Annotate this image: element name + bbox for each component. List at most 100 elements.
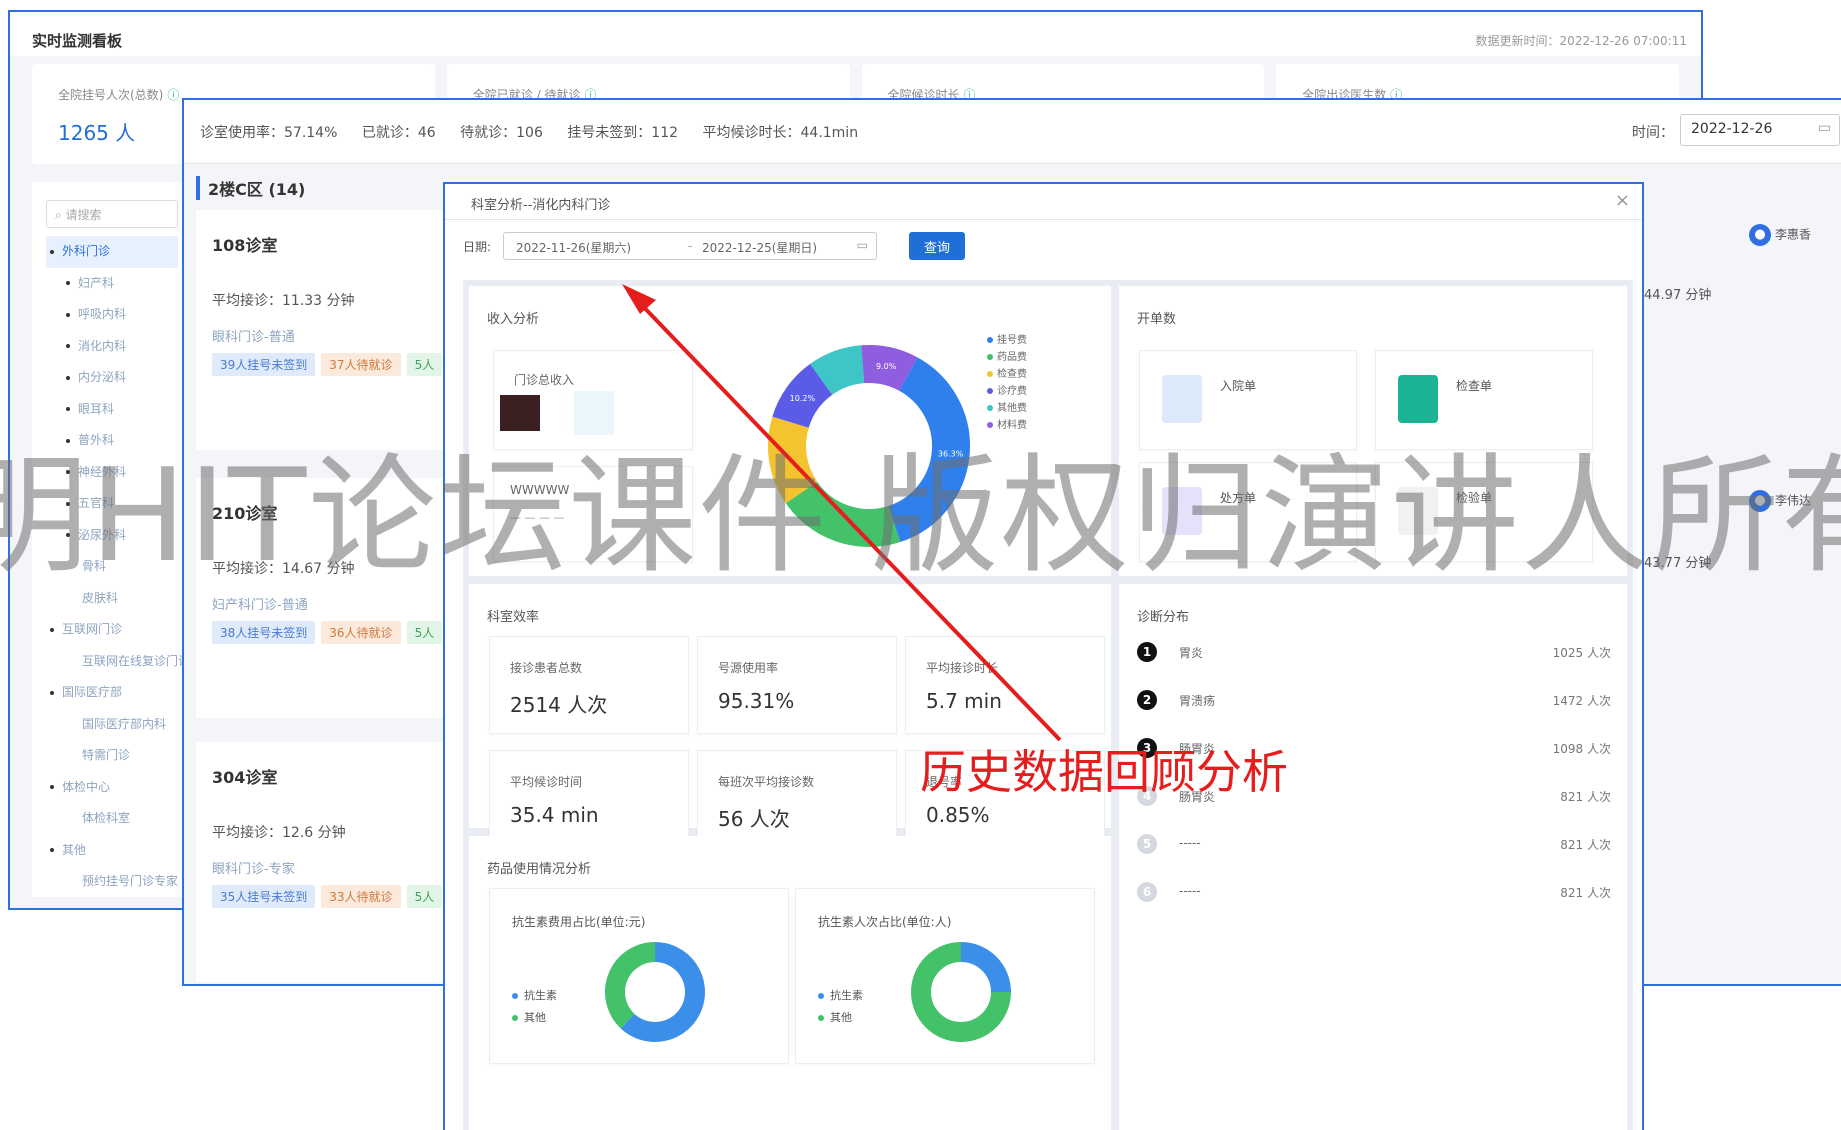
legend-dot <box>512 993 518 999</box>
legend-dot <box>987 354 993 360</box>
modal-header: 科室分析--消化内科门诊 × <box>445 184 1642 220</box>
user-icon: ● <box>1749 224 1771 246</box>
income-panel: 收入分析 门诊总收入 WWWWW — — — — 36.3% 10.2% 9.0% … <box>469 286 1111 576</box>
kpi-label: 平均候诊时间 <box>510 775 583 789</box>
legend-label: 其他费 <box>997 403 1027 414</box>
tree-item-label: 互联网在线复诊门诊 <box>82 653 191 668</box>
tree-item[interactable]: 骨科 <box>46 551 178 583</box>
tree-bullet-icon <box>66 344 70 348</box>
tree-item[interactable]: 泌尿外科 <box>46 520 178 552</box>
tree-item[interactable]: 国际医疗部内科 <box>46 709 178 741</box>
tree-item[interactable]: 皮肤科 <box>46 583 178 615</box>
tree-item[interactable]: 其他 <box>46 835 178 867</box>
search-placeholder: 请搜索 <box>65 208 102 222</box>
tree-item[interactable]: 互联网门诊 <box>46 614 178 646</box>
card-label: 门诊总收入 <box>514 373 575 387</box>
diagnosis-count: 1098 人次 <box>1552 742 1611 756</box>
rank-badge: 6 <box>1137 882 1157 902</box>
legend-item[interactable]: 检查费 <box>987 366 1027 383</box>
tree-item[interactable]: 妇产科 <box>46 268 178 300</box>
ring-segment[interactable] <box>605 942 656 1029</box>
tree-item[interactable]: 预约挂号门诊专家 <box>46 866 178 898</box>
tree-bullet-icon <box>66 407 70 411</box>
income-swatch-light <box>574 391 614 435</box>
order-card-lab[interactable]: 检验单 <box>1375 462 1593 562</box>
order-card-prescription[interactable]: 处方单 <box>1139 462 1357 562</box>
tree-item[interactable]: 眼耳科 <box>46 394 178 426</box>
diagnosis-count: 821 人次 <box>1560 790 1611 804</box>
tree-item-label: 特需门诊 <box>82 748 131 762</box>
legend-item[interactable]: 挂号费 <box>987 332 1027 349</box>
rank-badge: 1 <box>1137 642 1157 662</box>
info-icon[interactable]: ⓘ <box>167 88 179 102</box>
waiting-tag: 36人待就诊 <box>321 621 401 644</box>
legend-item[interactable]: 诊疗费 <box>987 383 1027 400</box>
tree-item[interactable]: 互联网在线复诊门诊 <box>46 646 190 678</box>
ring-segment[interactable] <box>960 942 1011 993</box>
card-label: 检查单 <box>1456 379 1493 393</box>
order-card-admission[interactable]: 入院单 <box>1139 350 1357 450</box>
count-tag: 5人 <box>406 885 443 908</box>
panel-title: 开单数 <box>1137 312 1177 327</box>
kpi-card[interactable]: 每班次平均接诊数 56 人次 <box>697 750 897 848</box>
legend-dot <box>987 405 993 411</box>
modal-body: 收入分析 门诊总收入 WWWWW — — — — 36.3% 10.2% 9.0% … <box>463 280 1633 1130</box>
tree-item[interactable]: 五官科 <box>46 488 178 520</box>
legend-item[interactable]: 材料费 <box>987 417 1027 434</box>
diagnosis-count: 1472 人次 <box>1552 694 1611 708</box>
date-picker[interactable]: 2022-12-26 ▭ <box>1680 114 1840 146</box>
kpi-card[interactable]: 平均接诊时长 5.7 min <box>905 636 1105 734</box>
query-button[interactable]: 查询 <box>909 232 965 260</box>
kpi-value: 0.85% <box>926 803 990 827</box>
doctor-badge[interactable]: ● 李惠香 <box>1749 224 1811 246</box>
close-icon[interactable]: × <box>1615 190 1630 211</box>
tree-item-label: 五官科 <box>78 496 115 510</box>
department-sidebar: ⌕ 请搜索 外科门诊 妇产科 呼吸内科 消化内科 内分泌科 眼耳科 普外科 神经外科五官科泌尿… <box>32 182 192 897</box>
total-income-card[interactable]: 门诊总收入 <box>493 350 693 450</box>
prescription-icon <box>1162 487 1202 535</box>
legend-item[interactable]: 药品费 <box>987 349 1027 366</box>
kpi-card[interactable]: 号源使用率 95.31% <box>697 636 897 734</box>
count-tag: 5人 <box>406 353 443 376</box>
update-time: 数据更新时间：2022-12-26 07:00:11 <box>1475 34 1687 48</box>
tree-item[interactable]: 特需门诊 <box>46 740 178 772</box>
unsigned-tag: 39人挂号未签到 <box>212 353 316 376</box>
diagnosis-panel: 诊断分布 1 胃炎 1025 人次 2 胃溃疡 1472 人次 3 肠胃炎 10… <box>1119 584 1627 1130</box>
kpi-card[interactable]: 接诊患者总数 2514 人次 <box>489 636 689 734</box>
tree-bullet-icon <box>66 438 70 443</box>
diagnosis-row[interactable]: 2 胃溃疡 1472 人次 <box>1137 680 1611 720</box>
diagnosis-count: 1025 人次 <box>1552 646 1611 660</box>
income-sub-card[interactable]: WWWWW — — — — <box>493 466 693 562</box>
kpi-label: 平均接诊时长 <box>926 661 999 675</box>
diagnosis-row[interactable]: 5 ----- 821 人次 <box>1137 824 1611 864</box>
tree-item[interactable]: 呼吸内科 <box>46 299 178 331</box>
calendar-icon: ▭ <box>1817 120 1831 136</box>
diagnosis-row[interactable]: 6 ----- 821 人次 <box>1137 872 1611 912</box>
donut-segment[interactable] <box>810 345 865 396</box>
department-search-input[interactable]: ⌕ 请搜索 <box>46 200 178 228</box>
tree-item[interactable]: 内分泌科 <box>46 362 178 394</box>
tree-item[interactable]: 体检科室 <box>46 803 178 835</box>
tree-item-label: 泌尿外科 <box>78 527 127 542</box>
date-label: 时间： <box>1632 125 1674 141</box>
antibiotic-visits-card[interactable]: 抗生素人次占比(单位:人) 抗生素 其他 <box>795 888 1095 1064</box>
tree-item[interactable]: 神经外科 <box>46 457 178 489</box>
date-range-picker[interactable]: 2022-11-26(星期六) - 2022-12-25(星期日) ▭ <box>503 232 877 260</box>
tree-item[interactable]: 外科门诊 <box>46 236 178 268</box>
diagnosis-row[interactable]: 1 胃炎 1025 人次 <box>1137 632 1611 672</box>
doctor-badge[interactable]: ● 李伟达 <box>1749 490 1811 512</box>
order-card-exam[interactable]: 检查单 <box>1375 350 1593 450</box>
kpi-card[interactable]: 平均候诊时间 35.4 min <box>489 750 689 848</box>
tree-item[interactable]: 国际医疗部 <box>46 677 178 709</box>
tree-item[interactable]: 普外科 <box>46 425 178 457</box>
legend-label: 挂号费 <box>997 335 1027 346</box>
diagnosis-count: 821 人次 <box>1560 838 1611 852</box>
donut-segment[interactable] <box>768 416 818 504</box>
tree-item[interactable]: 体检中心 <box>46 772 178 804</box>
antibiotic-cost-card[interactable]: 抗生素费用占比(单位:元) 抗生素 其他 <box>489 888 789 1064</box>
donut-segment[interactable] <box>785 481 901 547</box>
tree-item[interactable]: 消化内科 <box>46 331 178 363</box>
tree-item-label: 皮肤科 <box>82 590 119 605</box>
legend-item[interactable]: 其他费 <box>987 400 1027 417</box>
room-duration: 43.77 分钟 <box>1644 556 1712 571</box>
